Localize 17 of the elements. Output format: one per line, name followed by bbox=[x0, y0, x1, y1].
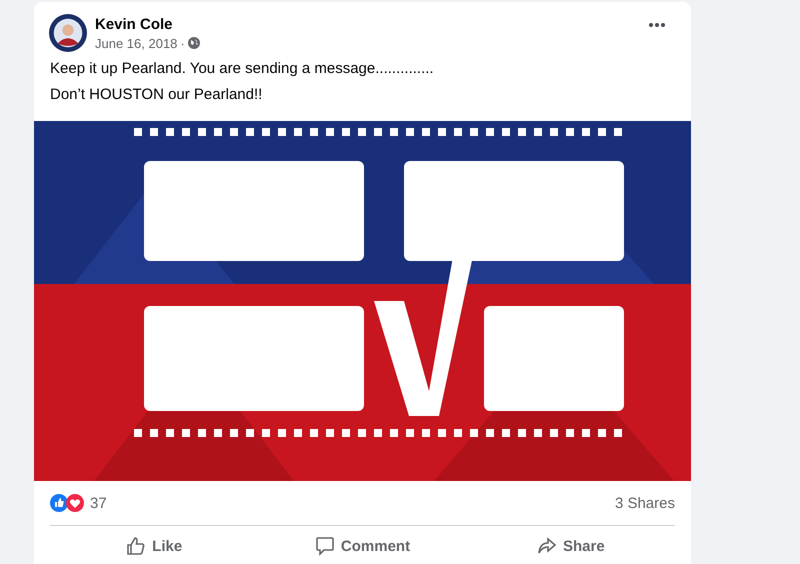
post-date[interactable]: June 16, 2018 bbox=[95, 36, 178, 50]
author-name[interactable]: Kevin Cole bbox=[95, 16, 649, 32]
love-reaction-icon[interactable] bbox=[66, 494, 84, 512]
post-text: Keep it up Pearland. You are sending a message.............. bbox=[50, 60, 435, 78]
share-button[interactable]: Share bbox=[466, 530, 675, 562]
reaction-count[interactable]: 37 bbox=[90, 494, 107, 512]
share-count[interactable]: 3 Shares bbox=[614, 494, 675, 512]
post-text: Don’t HOUSTON our Pearland!! bbox=[50, 86, 264, 104]
thumbs-up-icon bbox=[126, 536, 146, 556]
separator-dot: · bbox=[180, 36, 185, 50]
speech-bubble-icon bbox=[314, 536, 335, 556]
comment-button[interactable]: Comment bbox=[258, 530, 467, 562]
avatar-icon[interactable] bbox=[49, 14, 87, 52]
more-options-icon[interactable] bbox=[649, 23, 665, 27]
like-reaction-icon[interactable] bbox=[50, 494, 68, 512]
share-arrow-icon bbox=[536, 536, 557, 556]
like-button[interactable]: Like bbox=[50, 530, 258, 562]
